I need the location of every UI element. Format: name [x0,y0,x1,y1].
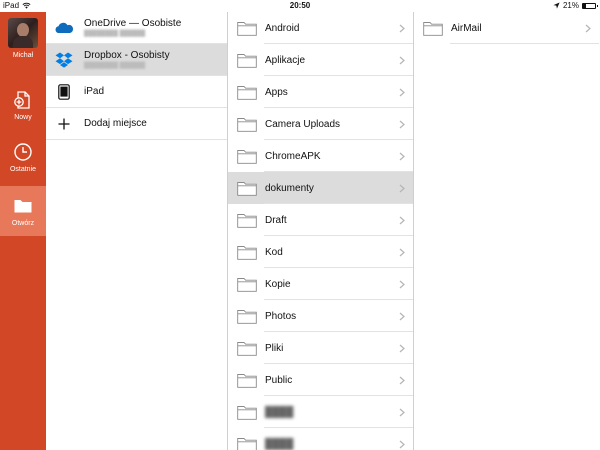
chevron-right-icon [399,376,405,384]
open-button[interactable]: Otwórz [0,186,46,236]
dropbox-icon [55,52,73,68]
folder-row[interactable]: Kod [228,236,413,268]
account-detail-redacted: ████████ ██████ [84,63,146,69]
folder-icon [423,21,443,36]
folder-name: Kod [265,246,283,258]
folder-row[interactable]: dokumenty [228,172,413,204]
battery-percent: 21% [562,1,579,10]
folder-icon [237,373,257,388]
places-column: OneDrive — Osobiste ████████ ██████ Drop… [46,12,228,450]
folder-name: Pliki [265,342,284,354]
battery-icon [582,2,598,9]
chevron-right-icon [399,440,405,448]
chevron-right-icon [399,248,405,256]
folder-icon [237,53,257,68]
plus-icon [58,118,70,129]
ipad-icon [58,83,70,100]
place-ipad[interactable]: iPad [46,76,227,108]
open-label: Otwórz [11,219,35,227]
folder-icon [237,117,257,132]
place-name: OneDrive — Osobiste [84,18,182,29]
folder-name-redacted: ████ [265,438,294,450]
chevron-right-icon [399,152,405,160]
folder-row-redacted[interactable]: ████ [228,428,413,450]
folder-name: Draft [265,214,287,226]
clock: 20:50 [289,1,311,10]
folder-name: dokumenty [265,182,314,194]
clock-icon [14,143,32,161]
folder-row[interactable]: Kopie [228,268,413,300]
folder-row-redacted[interactable]: ████ [228,396,413,428]
chevron-right-icon [585,24,591,32]
folder-row[interactable]: Pliki [228,332,413,364]
folder-row[interactable]: Draft [228,204,413,236]
folder-icon [237,341,257,356]
new-label: Nowy [14,114,32,121]
folder-icon [237,405,257,420]
chevron-right-icon [399,280,405,288]
folder-name: Apps [265,86,288,98]
folder-name: Kopie [265,278,291,290]
folder-name-redacted: ████ [265,406,294,418]
folder-icon [237,21,257,36]
chevron-right-icon [399,408,405,416]
new-document-icon [14,91,30,109]
folder-row[interactable]: Android [228,12,413,44]
place-name: iPad [84,86,105,97]
folder-list-column: Android Aplikacje Apps Camera Uploads Chrome… [228,12,414,450]
subfolder-list-column: AirMail [414,12,600,450]
folder-icon [237,245,257,260]
open-folder-icon [14,199,32,212]
chevron-right-icon [399,24,405,32]
app-sidebar: Michał Nowy Ostatnie Otwórz [0,12,46,450]
folder-name: ChromeAPK [265,150,321,162]
folder-name: AirMail [451,22,482,34]
place-dropbox[interactable]: Dropbox - Osobisty ████████ ██████ [46,44,227,76]
user-account[interactable]: Michał [0,18,46,59]
folder-icon [237,309,257,324]
chevron-right-icon [399,56,405,64]
onedrive-icon [55,22,74,33]
folder-row[interactable]: Aplikacje [228,44,413,76]
folder-row[interactable]: Public [228,364,413,396]
chevron-right-icon [399,312,405,320]
folder-name: Public [265,374,293,386]
chevron-right-icon [399,184,405,192]
folder-row[interactable]: ChromeAPK [228,140,413,172]
recent-label: Ostatnie [9,166,37,173]
chevron-right-icon [399,344,405,352]
folder-icon [237,437,257,450]
chevron-right-icon [399,120,405,128]
status-bar: iPad 20:50 21% [0,0,600,12]
account-detail-redacted: ████████ ██████ [84,31,146,37]
location-icon [553,2,560,9]
add-place-button[interactable]: Dodaj miejsce [46,108,227,140]
chevron-right-icon [399,216,405,224]
folder-name: Photos [265,310,297,322]
folder-row[interactable]: Photos [228,300,413,332]
place-name: Dodaj miejsce [84,118,147,129]
subfolder-row[interactable]: AirMail [414,12,599,44]
folder-row[interactable]: Apps [228,76,413,108]
folder-name: Camera Uploads [265,118,341,130]
avatar[interactable] [8,18,38,48]
folder-icon [237,213,257,228]
user-name: Michał [12,52,34,59]
place-name: Dropbox - Osobisty [84,50,170,61]
place-onedrive[interactable]: OneDrive — Osobiste ████████ ██████ [46,12,227,44]
folder-icon [237,181,257,196]
folder-name: Aplikacje [265,54,306,66]
folder-icon [237,277,257,292]
new-button[interactable]: Nowy [0,90,46,121]
folder-icon [237,85,257,100]
chevron-right-icon [399,88,405,96]
recent-button[interactable]: Ostatnie [0,142,46,173]
folder-name: Android [265,22,300,34]
folder-icon [237,149,257,164]
folder-row[interactable]: Camera Uploads [228,108,413,140]
